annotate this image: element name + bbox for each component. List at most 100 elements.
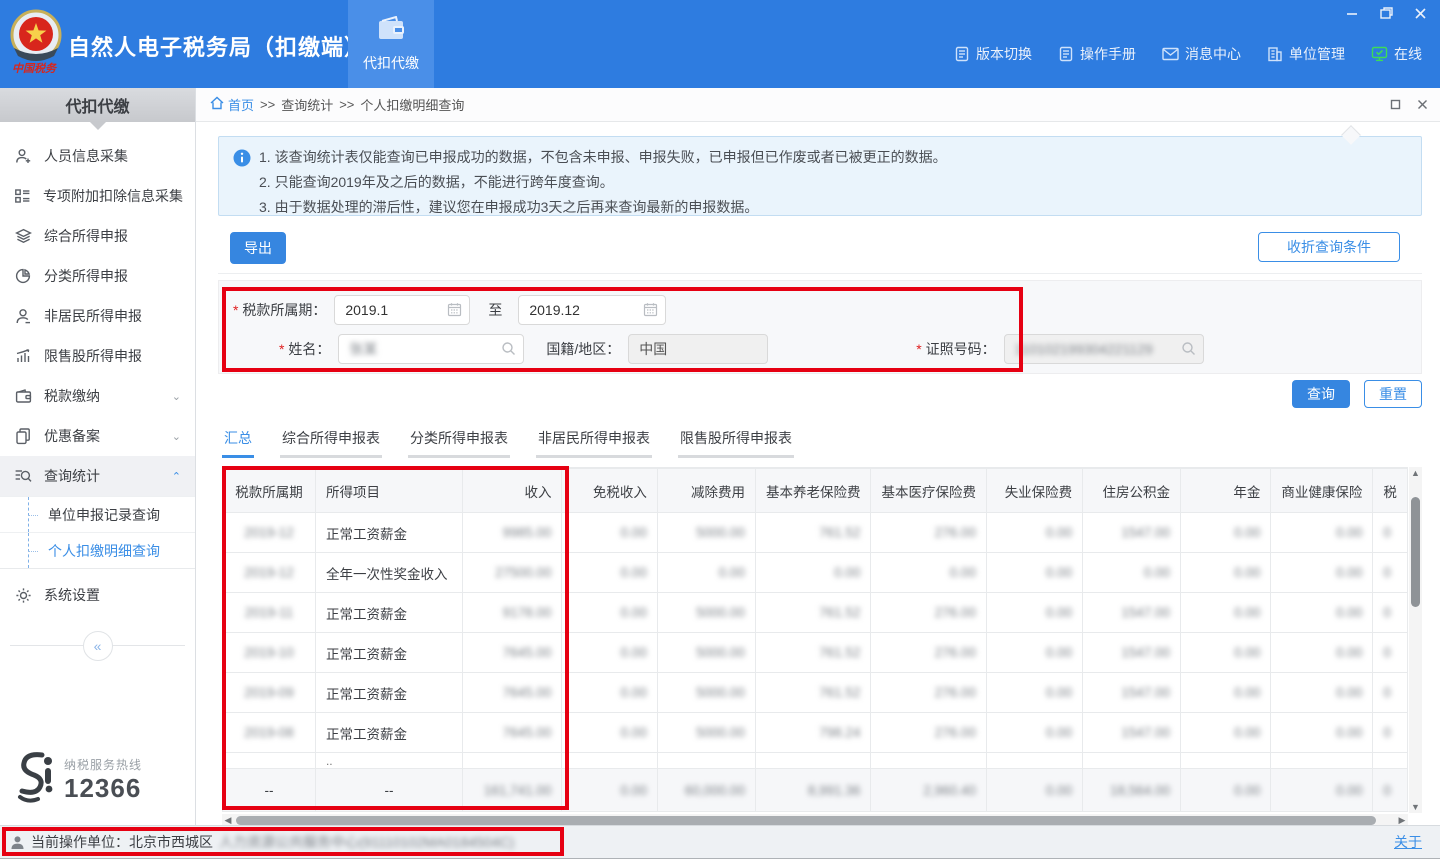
- breadcrumb-item-home[interactable]: 首页: [228, 95, 254, 114]
- monitor-check-icon: [1371, 46, 1388, 62]
- calendar-icon[interactable]: [447, 302, 462, 320]
- close-icon[interactable]: [1412, 6, 1428, 20]
- tab-限售股所得申报表[interactable]: 限售股所得申报表: [678, 424, 794, 458]
- header-menu-1[interactable]: 版本切换: [954, 44, 1032, 64]
- cell-减除费用: 5000.00: [657, 673, 755, 713]
- tab-汇总[interactable]: 汇总: [222, 424, 254, 458]
- sidebar-item-非居民所得申报[interactable]: 非居民所得申报: [0, 296, 195, 336]
- cell-税: 0: [1373, 769, 1408, 812]
- cell-免税收入: 0.00: [562, 633, 657, 673]
- sidebar-item-查询统计[interactable]: 查询统计⌃: [0, 456, 195, 496]
- cell-基本养老保险费: 0.00: [755, 553, 871, 593]
- header-menu-3[interactable]: 消息中心: [1162, 44, 1241, 64]
- panel-maximize-icon[interactable]: [1390, 98, 1401, 113]
- envelope-icon: [1162, 47, 1179, 61]
- header-menu-4[interactable]: 单位管理: [1267, 44, 1345, 64]
- cell-减除费用: 5000.00: [657, 513, 755, 553]
- chevron-up-icon: ⌃: [172, 470, 181, 483]
- horizontal-scroll-thumb[interactable]: [236, 816, 1376, 825]
- tab-综合所得申报表[interactable]: 综合所得申报表: [280, 424, 382, 458]
- pages-icon: [14, 428, 32, 445]
- breadcrumb-item[interactable]: 查询统计: [281, 95, 333, 114]
- cell-年金: 0.00: [1181, 713, 1271, 753]
- id-number-input[interactable]: 110102199304221129: [1004, 334, 1204, 364]
- sidebar-item-限售股所得申报[interactable]: 限售股所得申报: [0, 336, 195, 376]
- sidebar-item-人员信息采集[interactable]: 人员信息采集: [0, 136, 195, 176]
- table-row: 2019-12正常工资薪金9985.000.005000.00761.52276…: [223, 513, 1408, 553]
- cell-住房公积金: 18,564.00: [1083, 769, 1181, 812]
- scroll-up-icon[interactable]: ▲: [1409, 467, 1422, 479]
- table-row: 2019-09正常工资薪金7645.000.005000.00761.52276…: [223, 673, 1408, 713]
- current-unit-blurred: 人力资源公共服务中心(91110102MA0184504C): [219, 832, 514, 852]
- sidebar-item-专项附加扣除信息采集[interactable]: 专项附加扣除信息采集: [0, 176, 195, 216]
- app-window: 中国税务 自然人电子税务局（扣缴端） 代扣代缴 版本切换操作手册消息中心单位管理…: [0, 0, 1440, 859]
- reset-button[interactable]: 重置: [1364, 380, 1422, 408]
- scroll-down-icon[interactable]: ▼: [1409, 801, 1422, 813]
- breadcrumb-item-current: 个人扣缴明细查询: [360, 95, 464, 114]
- period-from-input[interactable]: 2019.1: [334, 295, 470, 325]
- table-row: 2019-08正常工资薪金7645.000.005000.00798.24276…: [223, 713, 1408, 753]
- calendar-icon[interactable]: [643, 302, 658, 320]
- query-button[interactable]: 查询: [1292, 380, 1350, 408]
- list-icon: [14, 188, 31, 204]
- home-icon: [210, 96, 224, 113]
- notice-line-3: 3. 由于数据处理的滞后性，建议您在申报成功3天之后再来查询最新的申报数据。: [259, 195, 1409, 220]
- search-icon[interactable]: [501, 341, 516, 359]
- panel-close-icon[interactable]: [1417, 98, 1428, 113]
- breadcrumb-home[interactable]: 首页: [210, 95, 254, 114]
- sidebar-subitem-个人扣缴明细查询[interactable]: 个人扣缴明细查询: [0, 532, 195, 568]
- sidebar-item-系统设置[interactable]: 系统设置: [0, 575, 195, 615]
- sidebar-item-税款缴纳[interactable]: 税款缴纳⌄: [0, 376, 195, 416]
- vertical-scroll-thumb[interactable]: [1411, 497, 1420, 607]
- cell-收入: 7645.00: [462, 633, 562, 673]
- tab-非居民所得申报表[interactable]: 非居民所得申报表: [536, 424, 652, 458]
- sidebar-subitem-单位申报记录查询[interactable]: 单位申报记录查询: [0, 496, 195, 532]
- cell-商业健康保险: 0.00: [1271, 769, 1373, 812]
- cell-税: 0: [1373, 713, 1408, 753]
- sidebar-item-综合所得申报[interactable]: 综合所得申报: [0, 216, 195, 256]
- cell-失业保险费: 0.00: [986, 673, 1082, 713]
- vertical-scrollbar[interactable]: ▲ ▼: [1409, 467, 1422, 813]
- cell-免税收入: 0.00: [562, 593, 657, 633]
- cell-商业健康保险: 0.00: [1271, 513, 1373, 553]
- tab-分类所得申报表[interactable]: 分类所得申报表: [408, 424, 510, 458]
- cell-免税收入: 0.00: [562, 513, 657, 553]
- header-menu-2[interactable]: 操作手册: [1058, 44, 1136, 64]
- cell-税: 0: [1373, 593, 1408, 633]
- cell-住房公积金: 1547.00: [1083, 513, 1181, 553]
- user-icon: [10, 835, 25, 850]
- search-icon[interactable]: [1181, 341, 1196, 359]
- tab-daikoudaijiao[interactable]: 代扣代缴: [348, 0, 434, 88]
- restore-icon[interactable]: [1378, 6, 1394, 20]
- cell-住房公积金: 1547.00: [1083, 713, 1181, 753]
- cell-所得项目: 正常工资薪金: [315, 713, 462, 753]
- cell-基本医疗保险费: 0.00: [871, 553, 987, 593]
- sidebar-item-优惠备案[interactable]: 优惠备案⌄: [0, 416, 195, 456]
- export-button[interactable]: 导出: [230, 232, 286, 264]
- notice-line-2: 2. 只能查询2019年及之后的数据，不能进行跨年度查询。: [259, 170, 1409, 195]
- cell-税款所属期: 2019-12: [223, 513, 316, 553]
- period-to-input[interactable]: 2019.12: [518, 295, 666, 325]
- cell-住房公积金: 1547.00: [1083, 633, 1181, 673]
- minimize-icon[interactable]: [1344, 6, 1360, 20]
- sidebar-collapse-button[interactable]: «: [83, 631, 113, 661]
- cell-免税收入: 0.00: [562, 673, 657, 713]
- cell-所得项目: 正常工资薪金: [315, 513, 462, 553]
- sidebar-cap: 代扣代缴: [0, 88, 195, 122]
- about-link[interactable]: 关于: [1394, 832, 1422, 852]
- cell-减除费用: 0.00: [657, 553, 755, 593]
- cell-住房公积金: 1547.00: [1083, 593, 1181, 633]
- collapse-query-button[interactable]: 收折查询条件: [1258, 232, 1400, 262]
- gear-icon: [14, 587, 32, 604]
- search-list-icon: [14, 468, 32, 484]
- column-header-税: 税: [1373, 469, 1408, 513]
- name-input[interactable]: 张某: [338, 334, 524, 364]
- cell-住房公积金: 1547.00: [1083, 673, 1181, 713]
- cell-基本养老保险费: 761.52: [755, 513, 871, 553]
- cell-基本养老保险费: 798.24: [755, 713, 871, 753]
- cell-收入: 27500.00: [462, 553, 562, 593]
- cell-税款所属期: 2019-08: [223, 713, 316, 753]
- sidebar-item-分类所得申报[interactable]: 分类所得申报: [0, 256, 195, 296]
- current-unit-text: 当前操作单位：北京市西城区: [31, 832, 213, 852]
- toolbar: 导出 收折查询条件: [218, 230, 1422, 274]
